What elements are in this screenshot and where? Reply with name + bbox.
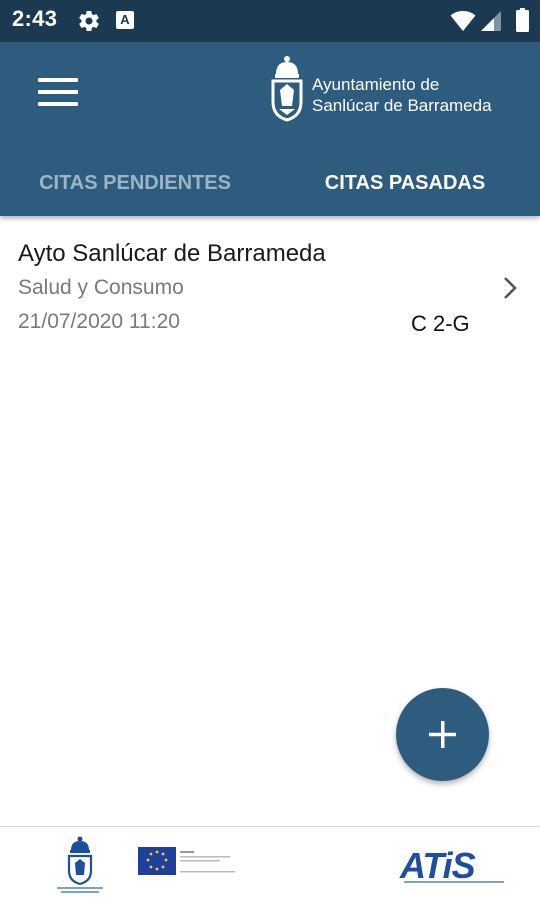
app-bar: Ayuntamiento de Sanlúcar de Barrameda (0, 42, 540, 150)
tab-citas-pendientes[interactable]: CITAS PENDIENTES (0, 150, 270, 216)
tab-bar: CITAS PENDIENTES CITAS PASADAS (0, 150, 540, 216)
status-time: 2:43 (12, 6, 58, 31)
appointment-title: Ayto Sanlúcar de Barrameda (18, 240, 326, 267)
ayuntamiento-crest-logo (57, 836, 103, 893)
wifi-icon (450, 11, 476, 31)
logo-line1: Ayuntamiento de (312, 75, 440, 94)
footer-sponsors: ATiS (0, 826, 540, 900)
list-item[interactable]: Ayto Sanlúcar de Barrameda Salud y Consu… (0, 216, 540, 346)
appointment-code: C 2-G (411, 311, 470, 336)
gear-icon (79, 11, 99, 31)
add-appointment-button[interactable] (396, 688, 489, 781)
chevron-right-icon (504, 277, 517, 299)
status-bar: 2:43 A (0, 0, 540, 42)
coat-of-arms-icon (271, 56, 303, 122)
appointment-service: Salud y Consumo (18, 276, 184, 299)
menu-icon (38, 78, 78, 82)
atis-logo: ATiS (400, 845, 510, 886)
ayuntamiento-logo: Ayuntamiento de Sanlúcar de Barrameda (268, 54, 518, 126)
appointments-list: Ayto Sanlúcar de Barrameda Salud y Consu… (0, 216, 540, 346)
signal-icon (481, 11, 501, 31)
menu-button[interactable] (30, 66, 86, 118)
plus-icon (429, 721, 456, 748)
appointment-datetime: 21/07/2020 11:20 (18, 310, 180, 333)
battery-icon (516, 8, 529, 32)
tab-citas-pasadas[interactable]: CITAS PASADAS (270, 150, 540, 216)
eu-flag-logo (138, 847, 235, 875)
logo-line2: Sanlúcar de Barrameda (312, 96, 492, 115)
a-badge-icon: A (116, 11, 134, 29)
